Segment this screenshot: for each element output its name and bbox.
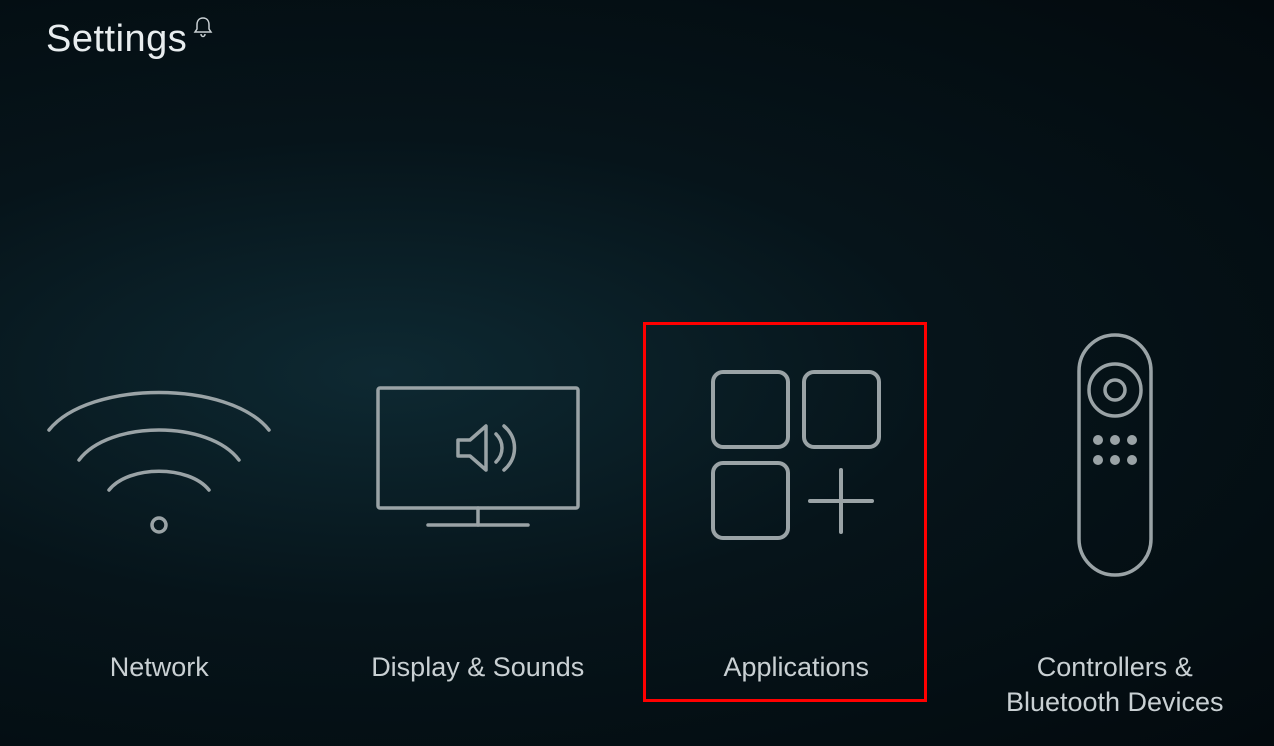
notification-bell-icon[interactable] (193, 16, 213, 38)
page-title: Settings (46, 18, 187, 61)
tile-display-sounds[interactable]: Display & Sounds (333, 330, 623, 685)
header: Settings (46, 18, 213, 61)
tile-controllers-bluetooth[interactable]: Controllers & Bluetooth Devices (970, 330, 1260, 720)
settings-tiles-row: Network Display & Sounds (0, 330, 1274, 720)
tile-label-applications: Applications (723, 650, 869, 685)
display-sounds-icon (358, 330, 598, 580)
tile-label-network: Network (110, 650, 209, 685)
tile-label-display-sounds: Display & Sounds (371, 650, 584, 685)
apps-icon (701, 330, 891, 580)
wifi-icon (29, 330, 289, 580)
tile-applications[interactable]: Applications (651, 330, 941, 685)
remote-icon (1065, 330, 1165, 580)
tile-network[interactable]: Network (14, 330, 304, 685)
tile-label-controllers-bluetooth: Controllers & Bluetooth Devices (1006, 650, 1224, 720)
